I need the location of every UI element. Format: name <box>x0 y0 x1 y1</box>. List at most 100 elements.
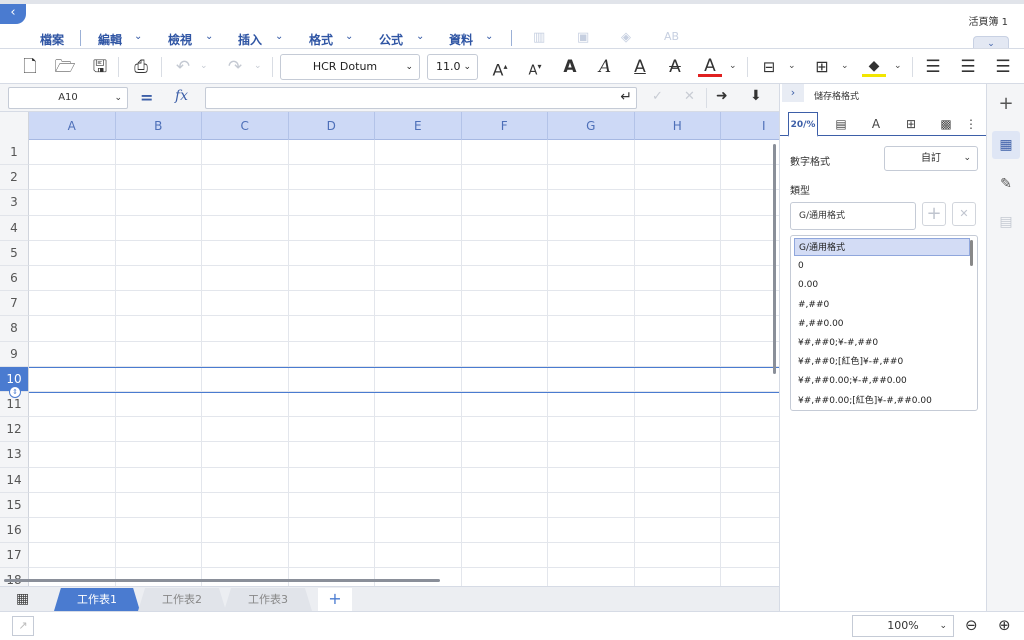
format-list-item[interactable]: ¥#,##0.00;[紅色]¥-#,##0.00 <box>794 392 970 410</box>
column-header[interactable]: C <box>202 112 289 140</box>
name-box[interactable]: A10 ⌄ <box>8 87 128 109</box>
chevron-down-icon[interactable]: ⌄ <box>345 31 353 42</box>
fill-pattern-icon[interactable]: ▩ <box>931 112 961 136</box>
chevron-down-icon[interactable]: ⌄ <box>200 61 208 71</box>
row-header[interactable]: 6 <box>0 266 29 292</box>
format-list-item[interactable]: ¥#,##0.00;¥-#,##0.00 <box>794 372 970 390</box>
merge-cells-icon[interactable]: ⊟ <box>757 55 781 79</box>
print-icon[interactable]: ⎙ <box>129 55 153 79</box>
row-header[interactable]: 17 <box>0 543 29 569</box>
spreadsheet-grid[interactable]: ABCDEFGHI 123456789101112131415161718 ⇕ <box>0 112 779 586</box>
column-header[interactable]: B <box>116 112 202 140</box>
chevron-down-icon[interactable]: ⌄ <box>841 61 849 71</box>
format-list-item[interactable]: G/通用格式 <box>794 238 970 256</box>
zoom-select[interactable]: 100% ⌄ <box>852 615 954 637</box>
row-header[interactable]: 16 <box>0 518 29 544</box>
menu-file[interactable]: 檔案 <box>40 31 64 48</box>
protection-icon[interactable]: ⋮ <box>962 112 980 136</box>
column-header[interactable]: E <box>375 112 462 140</box>
open-folder-icon[interactable]: 🗁 <box>53 55 77 79</box>
menu-edit[interactable]: 編輯 <box>98 31 122 48</box>
insert-plus-icon[interactable]: + <box>992 90 1020 118</box>
chevron-down-icon[interactable]: ⌄ <box>788 61 796 71</box>
sheet-tab-1[interactable]: 工作表1 <box>54 588 140 611</box>
redo-icon[interactable]: ↷ <box>223 55 247 79</box>
row-header[interactable]: 4 <box>0 215 29 241</box>
menu-formula[interactable]: 公式 <box>379 31 403 48</box>
underline-icon[interactable]: A <box>628 55 652 79</box>
increase-font-size-icon[interactable]: A▴ <box>488 55 512 79</box>
formula-input[interactable]: ↵ <box>205 87 637 109</box>
row-header[interactable]: 14 <box>0 467 29 493</box>
row-header[interactable]: 2 <box>0 165 29 191</box>
sheet-list-icon[interactable]: ▦ <box>16 591 29 607</box>
format-list-item[interactable]: 0 <box>794 257 970 275</box>
format-list-item[interactable]: ¥#,##0;¥-#,##0 <box>794 334 970 352</box>
chevron-down-icon[interactable]: ⌄ <box>416 31 424 42</box>
chevron-down-icon[interactable]: ⌄ <box>254 61 262 71</box>
format-list-item[interactable]: 0.00 <box>794 276 970 294</box>
equals-icon[interactable]: = <box>140 88 153 107</box>
row-header[interactable]: 15 <box>0 492 29 518</box>
column-header[interactable]: F <box>462 112 548 140</box>
sheet-tab-3[interactable]: 工作表3 <box>224 588 312 611</box>
menu-data[interactable]: 資料 <box>449 31 473 48</box>
row-header[interactable]: 9 <box>0 341 29 367</box>
sheet-tab-2[interactable]: 工作表2 <box>138 588 226 611</box>
chevron-down-icon[interactable]: ⌄ <box>485 31 493 42</box>
column-header[interactable]: D <box>289 112 375 140</box>
row-header[interactable]: 5 <box>0 240 29 266</box>
move-right-icon[interactable]: ➜ <box>716 88 728 104</box>
vertical-scrollbar[interactable] <box>773 144 776 374</box>
row-header[interactable]: 7 <box>0 291 29 317</box>
chevron-down-icon[interactable]: ⌄ <box>134 31 142 42</box>
decrease-font-size-icon[interactable]: A▾ <box>523 55 547 79</box>
enter-icon[interactable]: ↵ <box>620 89 632 105</box>
format-list-item[interactable]: ¥#,##0;[紅色]¥-#,##0 <box>794 353 970 371</box>
back-icon[interactable]: ‹ <box>0 4 26 24</box>
list-scrollbar[interactable] <box>970 240 973 266</box>
italic-icon[interactable]: A <box>593 55 617 79</box>
menu-format[interactable]: 格式 <box>309 31 333 48</box>
type-input[interactable]: G/通用格式 <box>790 202 916 230</box>
align-right-icon[interactable]: ☰ <box>991 55 1015 79</box>
number-format-select[interactable]: 自訂 ⌄ <box>884 146 978 171</box>
zoom-in-icon[interactable]: ⊕ <box>998 616 1011 634</box>
chevron-down-icon[interactable]: ⌄ <box>729 61 737 71</box>
chevron-down-icon[interactable]: ⌄ <box>894 61 902 71</box>
alignment-icon[interactable]: ▤ <box>826 112 856 136</box>
new-document-icon[interactable]: 🗋 <box>18 55 42 79</box>
collapse-panel-icon[interactable]: › <box>782 84 804 102</box>
chevron-down-icon[interactable]: ⌄ <box>205 31 213 42</box>
zoom-out-icon[interactable]: ⊖ <box>965 616 978 634</box>
column-header[interactable]: H <box>635 112 721 140</box>
font-icon[interactable]: A <box>861 112 891 136</box>
format-cells-icon[interactable]: ▦ <box>992 131 1020 159</box>
font-color-icon[interactable]: A <box>698 55 722 77</box>
row-header[interactable]: 18 <box>0 568 29 586</box>
border-icon[interactable]: ⊞ <box>896 112 926 136</box>
font-name-select[interactable]: HCR Dotum ⌄ <box>280 54 420 80</box>
edit-icon[interactable]: ✎ <box>992 170 1020 198</box>
undo-icon[interactable]: ↶ <box>171 55 195 79</box>
bold-icon[interactable]: A <box>558 55 582 79</box>
row-header[interactable]: 3 <box>0 190 29 216</box>
move-down-icon[interactable]: ⬇ <box>750 88 762 104</box>
align-left-icon[interactable]: ☰ <box>921 55 945 79</box>
borders-icon[interactable]: ⊞ <box>810 55 834 79</box>
select-all-corner[interactable] <box>0 112 29 140</box>
format-list-item[interactable]: #,##0 <box>794 296 970 314</box>
column-header[interactable]: A <box>29 112 116 140</box>
strikethrough-icon[interactable]: A <box>663 55 687 79</box>
tab-number[interactable]: 20/% <box>788 112 818 137</box>
row-header[interactable]: 12 <box>0 417 29 443</box>
format-list-item[interactable]: #,##0.00 <box>794 315 970 333</box>
align-center-icon[interactable]: ☰ <box>956 55 980 79</box>
chevron-down-icon[interactable]: ⌄ <box>275 31 283 42</box>
function-icon[interactable]: fx <box>175 88 188 104</box>
font-size-select[interactable]: 11.0 ⌄ <box>427 54 478 80</box>
save-icon[interactable]: 🖫 <box>88 55 112 79</box>
horizontal-scrollbar[interactable] <box>4 579 440 582</box>
add-sheet-button[interactable]: + <box>318 588 352 611</box>
row-header[interactable]: 1 <box>0 140 29 166</box>
